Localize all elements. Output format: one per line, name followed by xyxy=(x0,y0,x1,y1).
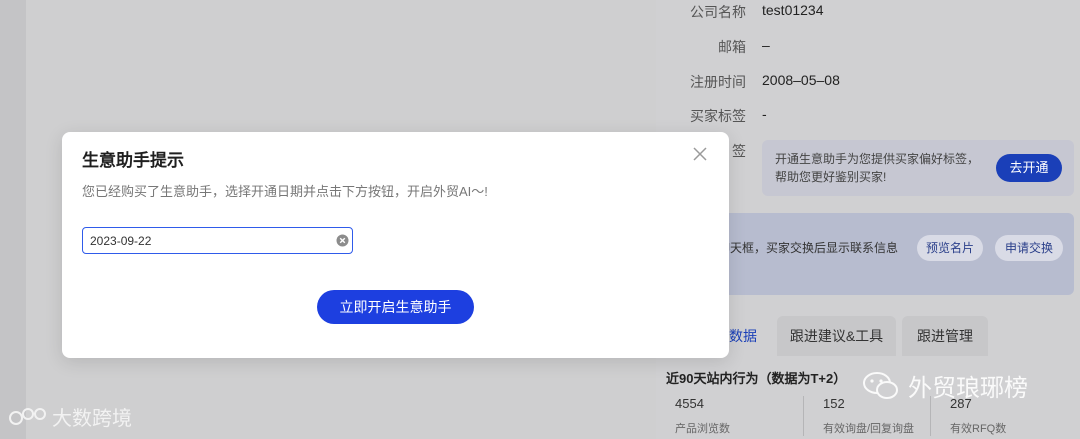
tab-follow-up-management[interactable]: 跟进管理 xyxy=(902,316,988,356)
wechat-icon xyxy=(863,371,898,399)
company-name-value: test01234 xyxy=(762,2,824,18)
clear-icon[interactable] xyxy=(336,234,349,247)
email-label: 邮箱 xyxy=(718,39,746,55)
watermark-right-text: 外贸琅琊榜 xyxy=(908,375,1028,402)
stat-inquiries-value: 152 xyxy=(823,396,845,411)
stat-inquiries-label: 有效询盘/回复询盘 xyxy=(823,423,915,435)
close-icon[interactable] xyxy=(692,146,708,162)
company-name-label: 公司名称 xyxy=(690,4,746,20)
stat-divider xyxy=(803,396,804,436)
left-nav-strip xyxy=(0,0,26,439)
request-exchange-button[interactable]: 申请交换 xyxy=(995,235,1063,261)
watermark-left-text: 大数跨境 xyxy=(52,408,132,430)
date-input[interactable] xyxy=(83,228,323,253)
assistant-promo-box: 开通生意助手为您提供买家偏好标签，帮助您更好鉴别买家! 去开通 xyxy=(762,140,1074,196)
modal-title: 生意助手提示 xyxy=(82,151,184,170)
buyer-tags-value: - xyxy=(762,106,767,122)
modal-description: 您已经购买了生意助手，选择开通日期并点击下方按钮，开启外贸AI～! xyxy=(82,184,488,199)
stat-product-views-value: 4554 xyxy=(675,396,704,411)
logo-icon xyxy=(9,407,46,425)
buyer-tags-label: 买家标签 xyxy=(690,108,746,124)
start-assistant-button[interactable]: 立即开启生意助手 xyxy=(317,290,474,324)
preview-card-button[interactable]: 预览名片 xyxy=(917,235,983,261)
registered-time-value: 2008–05–08 xyxy=(762,72,840,88)
email-value: – xyxy=(762,37,770,53)
stats-title: 近90天站内行为（数据为T+2） xyxy=(666,371,847,386)
stat-product-views-label: 产品浏览数 xyxy=(675,423,730,435)
activate-button[interactable]: 去开通 xyxy=(996,154,1062,182)
contact-info-text: 聊天框，买家交换后显示联系信息 xyxy=(718,241,899,255)
assistant-tip-modal: 生意助手提示 您已经购买了生意助手，选择开通日期并点击下方按钮，开启外贸AI～!… xyxy=(62,132,729,358)
stat-rfq-label: 有效RFQ数 xyxy=(950,423,1007,435)
tab-follow-up-tools[interactable]: 跟进建议&工具 xyxy=(777,316,896,356)
date-picker[interactable] xyxy=(82,227,353,254)
watermark-left: 大数跨境 xyxy=(8,402,132,431)
watermark-right: 外贸琅琊榜 xyxy=(862,368,1028,403)
promo-text: 开通生意助手为您提供买家偏好标签，帮助您更好鉴别买家! xyxy=(775,152,980,184)
registered-time-label: 注册时间 xyxy=(690,74,746,90)
